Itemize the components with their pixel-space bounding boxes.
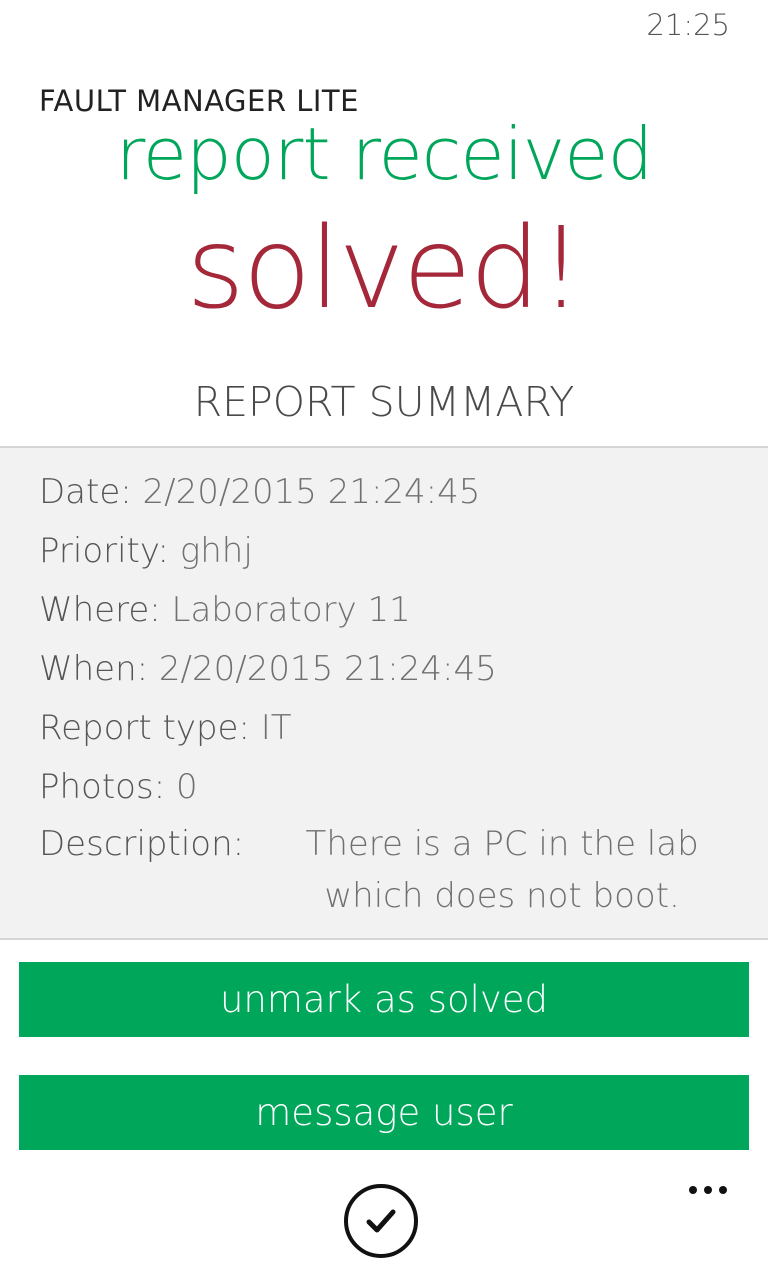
field-label: Where:: [39, 590, 161, 630]
field-value: 2/20/2015 21:24:45: [142, 472, 481, 512]
dot: [704, 1186, 712, 1194]
field-value: Laboratory 11: [171, 590, 411, 630]
field-value: 0: [175, 767, 198, 807]
field-value: ghhj: [179, 531, 253, 571]
checkmark-icon: [366, 1209, 396, 1233]
screen: 21:25 FAULT MANAGER LITE report received…: [0, 0, 768, 1280]
field-label: Description:: [39, 824, 245, 864]
summary-row-description: Description: There is a PC in the lab wh…: [39, 824, 752, 922]
message-user-button[interactable]: message user: [19, 1075, 749, 1150]
summary-row-priority: Priority: ghhj: [39, 531, 253, 571]
summary-row-photos: Photos: 0: [39, 767, 198, 807]
field-label: Date:: [39, 472, 132, 512]
report-summary-heading: REPORT SUMMARY: [193, 378, 575, 426]
dot: [719, 1186, 727, 1194]
dot: [689, 1186, 697, 1194]
page-title: report received: [115, 112, 654, 196]
status-bar-time: 21:25: [646, 8, 730, 42]
field-value: 2/20/2015 21:24:45: [158, 649, 497, 689]
description-value: There is a PC in the lab which does not …: [305, 824, 699, 916]
summary-row-date: Date: 2/20/2015 21:24:45: [39, 472, 480, 512]
check-circle-icon[interactable]: [344, 1184, 418, 1258]
field-value: IT: [260, 708, 292, 748]
field-label: Report type:: [39, 708, 250, 748]
summary-panel: Date: 2/20/2015 21:24:45 Priority: ghhj …: [0, 446, 768, 940]
summary-row-report-type: Report type: IT: [39, 708, 292, 748]
field-label: When:: [39, 649, 149, 689]
more-dots-icon[interactable]: [680, 1170, 736, 1210]
summary-row-when: When: 2/20/2015 21:24:45: [39, 649, 497, 689]
solved-status: solved!: [186, 204, 583, 334]
summary-row-where: Where: Laboratory 11: [39, 590, 411, 630]
unmark-as-solved-button[interactable]: unmark as solved: [19, 962, 749, 1037]
field-label: Priority:: [39, 531, 169, 571]
field-label: Photos:: [39, 767, 166, 807]
